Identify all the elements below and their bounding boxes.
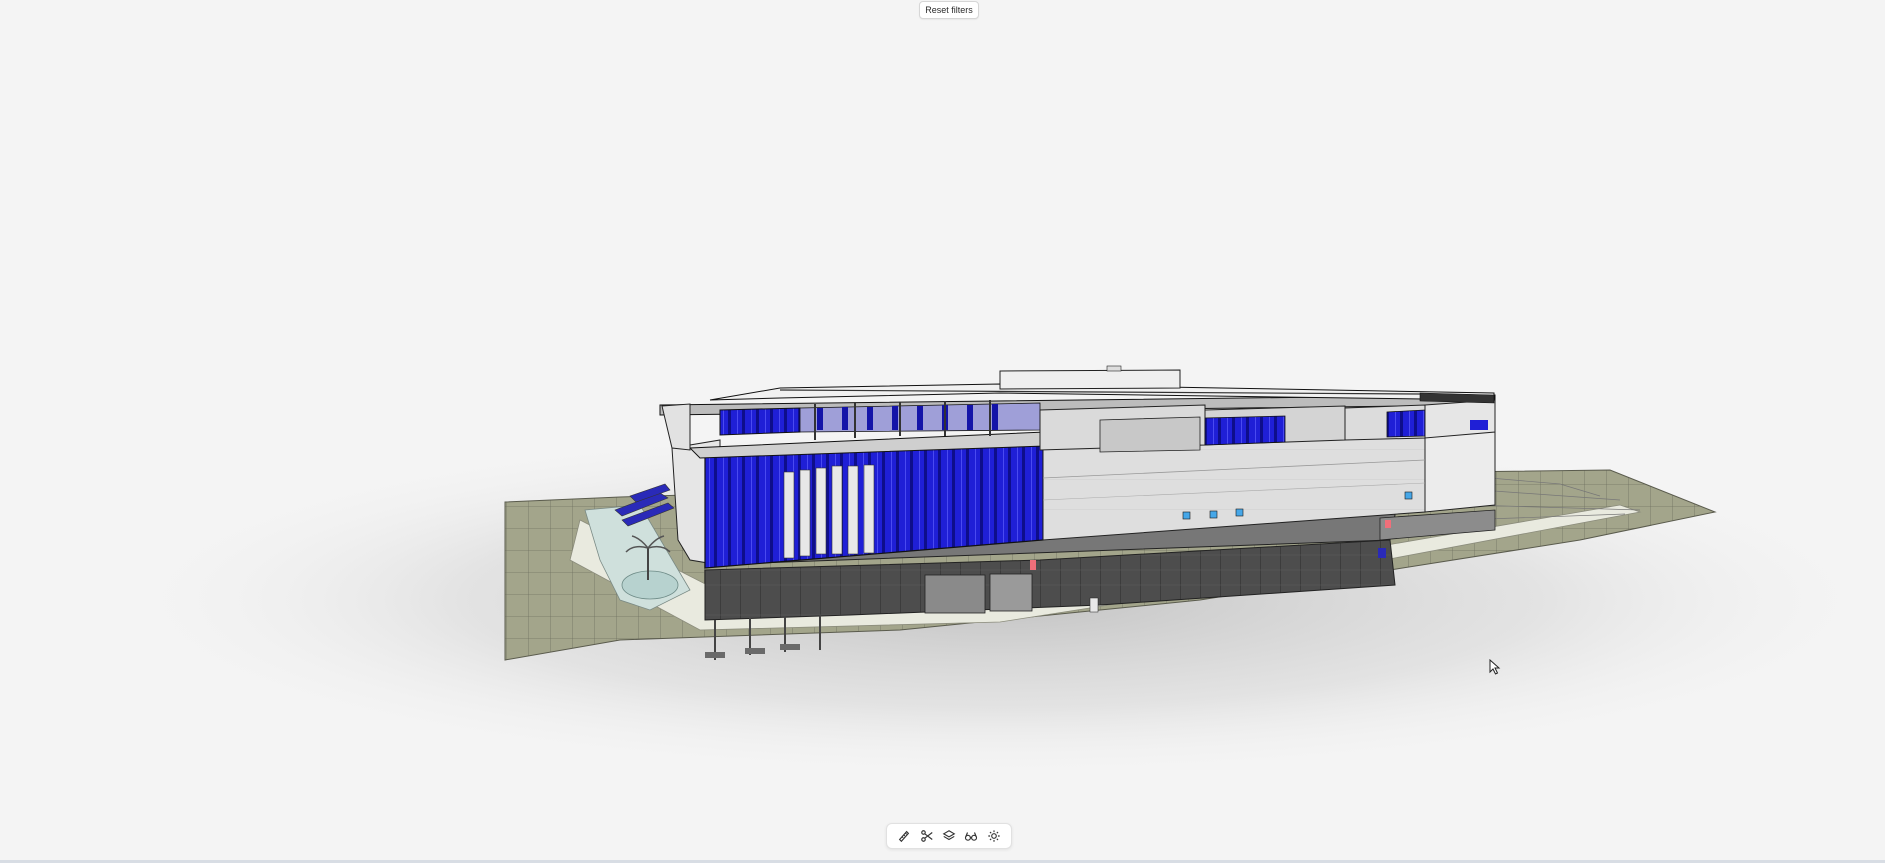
layers-tool-button[interactable]: [940, 827, 958, 845]
mouse-cursor-icon: [1489, 659, 1501, 675]
settings-tool-button[interactable]: [985, 827, 1003, 845]
ruler-icon: [899, 830, 910, 843]
measure-tool-button[interactable]: [895, 827, 913, 845]
reset-filters-button[interactable]: Reset filters: [919, 1, 979, 19]
sun-icon: [988, 830, 1000, 842]
section-tool-button[interactable]: [918, 827, 936, 845]
viewer-toolbar: [886, 823, 1012, 849]
layers-icon: [942, 830, 956, 841]
scissors-icon: [920, 830, 933, 842]
3d-viewport[interactable]: Reset filters: [0, 0, 1885, 860]
building-model[interactable]: [0, 0, 1885, 860]
glasses-icon: [965, 832, 978, 841]
view-tool-button[interactable]: [962, 827, 980, 845]
